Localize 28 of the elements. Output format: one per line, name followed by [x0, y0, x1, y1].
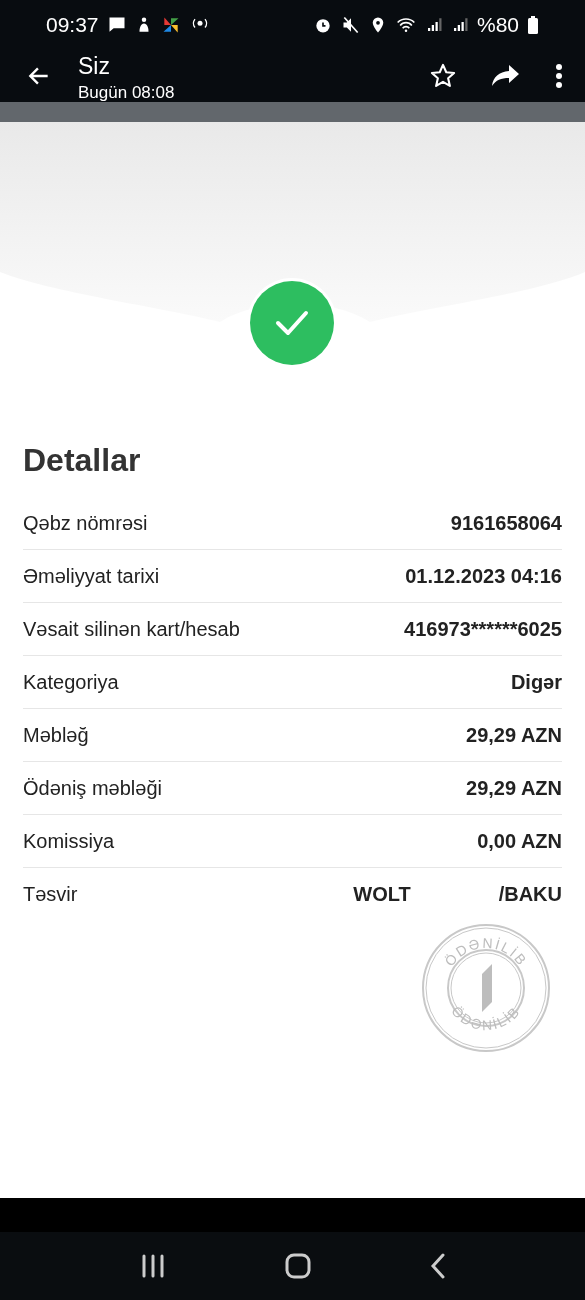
detail-label: Təsvir [23, 882, 79, 906]
detail-value: 01.12.2023 04:16 [405, 564, 562, 588]
detail-value: 29,29 AZN [466, 723, 562, 747]
battery-percent: %80 [476, 13, 519, 37]
detail-label: Əməliyyat tarixi [23, 564, 161, 588]
back-chevron-icon [429, 1253, 446, 1279]
battery-icon [527, 15, 539, 35]
more-icon [555, 63, 563, 89]
detail-value: 29,29 AZN [466, 776, 562, 800]
details-heading: Detallar [23, 442, 142, 479]
detail-value: 0,00 AZN [477, 829, 562, 853]
detail-value: Digər [510, 670, 562, 694]
detail-value: 416973******6025 [404, 617, 562, 641]
detail-value: /BAKU [498, 882, 562, 906]
chat-subtitle: Bugün 08:08 [78, 83, 176, 103]
detail-value: 9161658064 [450, 511, 562, 535]
detail-label: Kategoriya [23, 670, 120, 694]
detail-value: WOLT [353, 882, 411, 906]
home-icon [284, 1253, 311, 1279]
detail-label: Vəsait silinən kart/hesab [23, 617, 241, 641]
status-time: 09:37 [46, 13, 99, 37]
detail-label: Ödəniş məbləği [23, 776, 163, 800]
checkmark-icon [274, 309, 310, 337]
detail-label: Qəbz nömrəsi [23, 511, 149, 535]
star-icon [429, 62, 457, 90]
detail-label: Məbləğ [23, 723, 90, 747]
detail-label: Komissiya [23, 829, 116, 853]
chat-title: Siz [78, 53, 111, 79]
